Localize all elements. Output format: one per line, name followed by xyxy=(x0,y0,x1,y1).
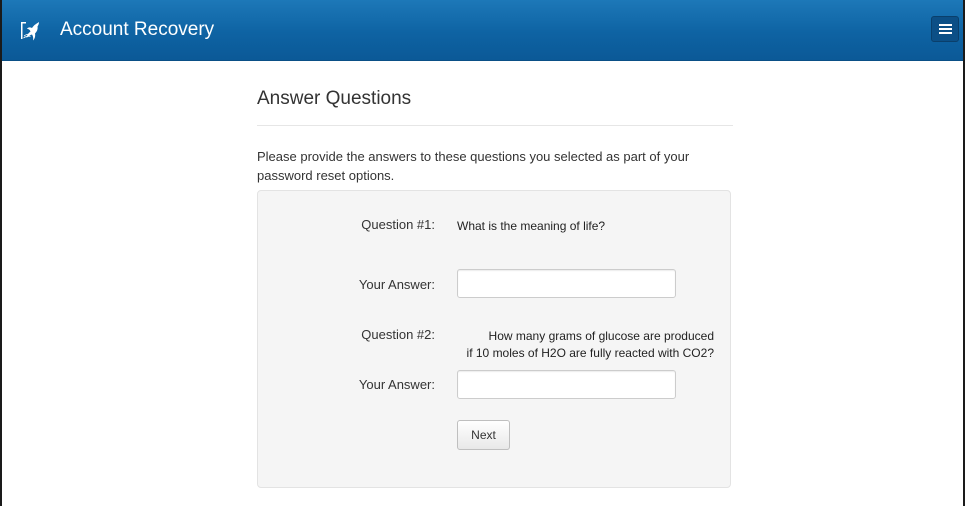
app-title: Account Recovery xyxy=(60,19,215,40)
question-2-text-line-1: How many grams of glucose are produced xyxy=(488,329,714,343)
question-1-label: Question #1: xyxy=(361,217,435,232)
bird-logo-icon xyxy=(21,22,39,41)
hamburger-menu-icon-bar xyxy=(939,28,952,30)
answer-2-label: Your Answer: xyxy=(358,377,435,392)
hamburger-menu-button[interactable] xyxy=(931,16,959,42)
page-title: Answer Questions xyxy=(257,80,733,126)
answer-1-label: Your Answer: xyxy=(358,277,435,292)
answer-1-input[interactable] xyxy=(457,269,676,298)
hamburger-menu-icon xyxy=(939,24,952,26)
main-content: Answer Questions Please provide the answ… xyxy=(257,80,733,488)
next-button[interactable]: Next xyxy=(457,420,510,450)
question-2-text-line-2: if 10 moles of H2O are fully reacted wit… xyxy=(466,346,714,360)
answer-2-input[interactable] xyxy=(457,370,676,399)
instructions-text: Please provide the answers to these ques… xyxy=(257,149,690,183)
question-2-label: Question #2: xyxy=(361,327,435,342)
question-1-text: What is the meaning of life? xyxy=(457,219,606,233)
questions-panel: Question #1: What is the meaning of life… xyxy=(257,190,731,488)
hamburger-menu-icon-bar xyxy=(939,32,952,34)
app-window: Account Recovery Answer Questions Please… xyxy=(0,0,965,506)
top-navbar: Account Recovery xyxy=(2,0,963,61)
